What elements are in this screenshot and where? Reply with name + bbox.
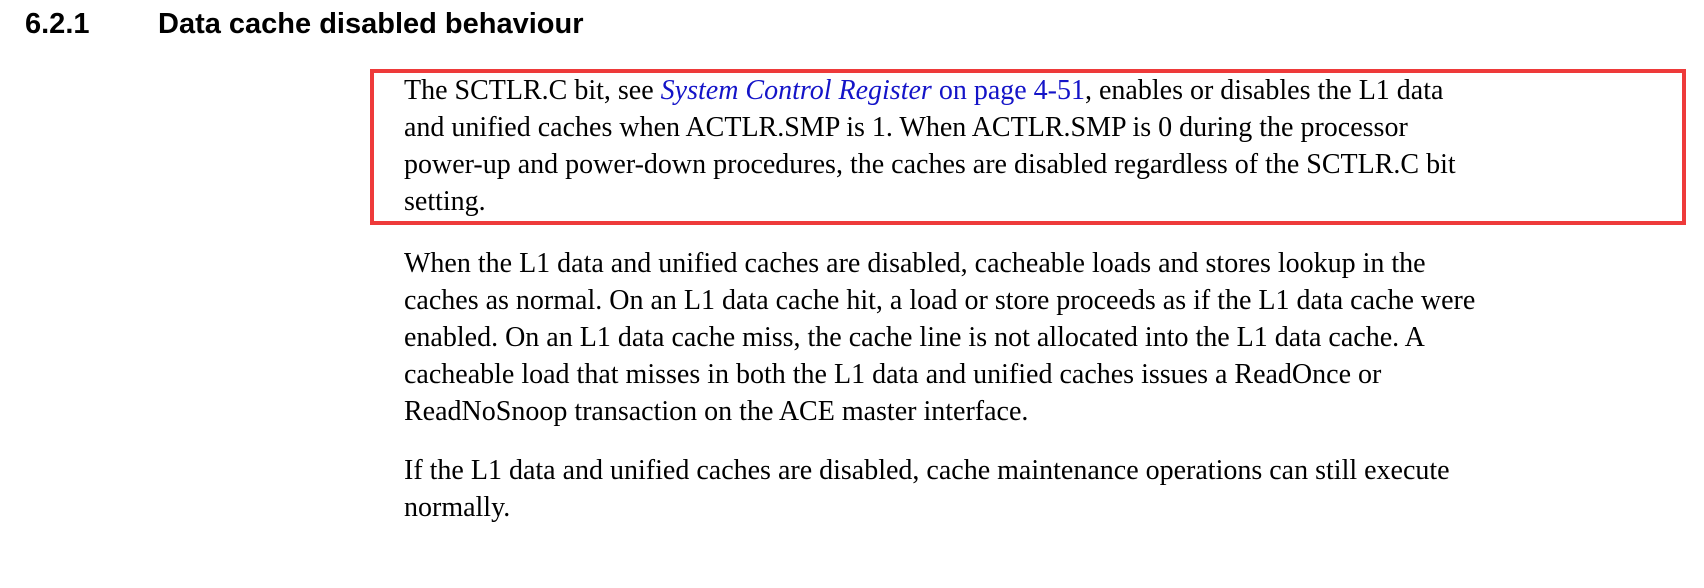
system-control-register-link[interactable]: System Control Register on page 4-51 bbox=[661, 75, 1085, 106]
paragraph-line: The SCTLR.C bit, see bbox=[404, 75, 661, 106]
paragraph-disabled-lookup: When the L1 data and unified caches are … bbox=[404, 245, 1674, 430]
paragraph-line: normally. bbox=[404, 492, 511, 523]
paragraph-maintenance: If the L1 data and unified caches are di… bbox=[404, 452, 1674, 526]
paragraph-line: setting. bbox=[404, 186, 486, 217]
section-heading: 6.2.1 Data cache disabled behaviour bbox=[25, 8, 583, 41]
section-number: 6.2.1 bbox=[25, 8, 90, 40]
paragraph-line: cacheable load that misses in both the L… bbox=[404, 359, 1382, 390]
paragraph-line: and unified caches when ACTLR.SMP is 1. … bbox=[404, 112, 1408, 143]
paragraph-line: caches as normal. On an L1 data cache hi… bbox=[404, 285, 1476, 316]
paragraph-line: If the L1 data and unified caches are di… bbox=[404, 455, 1450, 486]
section-title: Data cache disabled behaviour bbox=[158, 8, 584, 40]
paragraph-sctlr-c-bit: The SCTLR.C bit, see System Control Regi… bbox=[404, 72, 1674, 220]
link-page-ref: on page 4-51 bbox=[931, 75, 1085, 106]
paragraph-line: ReadNoSnoop transaction on the ACE maste… bbox=[404, 396, 1029, 427]
paragraph-line: enabled. On an L1 data cache miss, the c… bbox=[404, 322, 1425, 353]
paragraph-line: power-up and power-down procedures, the … bbox=[404, 149, 1456, 180]
link-title: System Control Register bbox=[660, 75, 932, 106]
paragraph-line: When the L1 data and unified caches are … bbox=[404, 248, 1426, 279]
paragraph-line: , enables or disables the L1 data bbox=[1085, 75, 1444, 106]
